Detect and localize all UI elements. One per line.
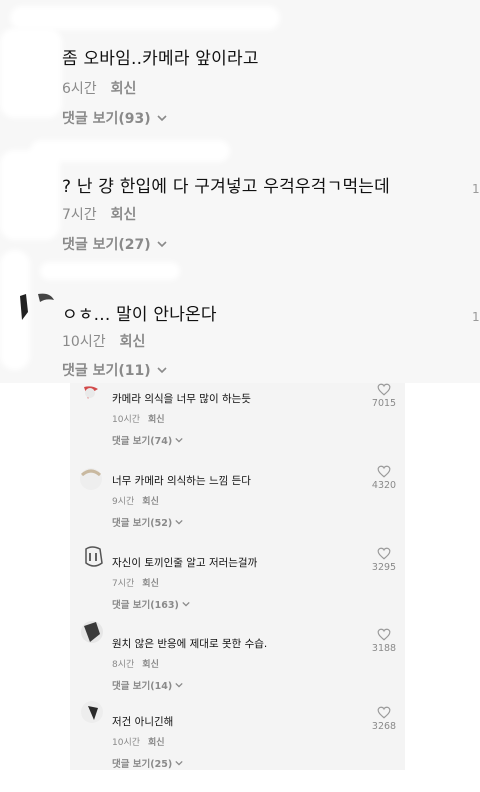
view-replies-label: 댓글 보기(27) <box>62 237 151 253</box>
view-replies-button[interactable]: 댓글 보기(93) <box>62 108 167 128</box>
view-replies-button[interactable]: 댓글 보기(11) <box>62 360 167 380</box>
comment-time: 8시간 <box>112 660 135 670</box>
avatar <box>20 293 54 320</box>
avatar <box>80 468 102 490</box>
comment-meta: 7시간 회신 <box>112 576 159 589</box>
comment-text: ? 난 걍 한입에 다 구겨넣고 우걱우걱ㄱ먹는데 <box>62 177 390 197</box>
reply-button[interactable]: 회신 <box>142 660 159 670</box>
like-count-fragment: 1 <box>472 310 480 324</box>
like-button[interactable]: 3295 <box>366 547 402 573</box>
comment-time: 10시간 <box>112 738 141 748</box>
comment-time: 7시간 <box>112 579 135 589</box>
comment-time: 10시간 <box>62 334 106 350</box>
comment-item: 카메라 의식을 너무 많이 하는듯 10시간 회신 댓글 보기(74) 7015 <box>70 383 405 469</box>
reply-button[interactable]: 회신 <box>142 579 159 589</box>
avatar <box>81 621 103 643</box>
view-replies-button[interactable]: 댓글 보기(25) <box>112 756 183 770</box>
like-count-fragment: 1 <box>472 182 480 196</box>
reply-button[interactable]: 회신 <box>120 334 146 350</box>
reply-button[interactable]: 회신 <box>148 738 165 748</box>
comment-time: 6시간 <box>62 81 97 97</box>
bottom-comment-panel: 카메라 의식을 너무 많이 하는듯 10시간 회신 댓글 보기(74) 7015 … <box>70 383 405 770</box>
like-count: 3188 <box>371 643 397 654</box>
heart-outline-icon <box>377 706 391 719</box>
redaction-smear <box>10 6 280 30</box>
comment-time: 9시간 <box>112 497 135 507</box>
comment-item: 자신이 토끼인줄 알고 저러는걸까 7시간 회신 댓글 보기(163) 3295 <box>70 546 405 633</box>
comment-text: 자신이 토끼인줄 알고 저러는걸까 <box>112 557 258 569</box>
chevron-down-icon <box>182 601 190 607</box>
like-count: 3268 <box>371 721 397 732</box>
like-button[interactable]: 3188 <box>366 628 402 654</box>
chevron-down-icon <box>157 241 167 248</box>
comment-text: 원치 않은 반응에 제대로 못한 수습. <box>112 638 268 650</box>
comment-text: 좀 오바임..카메라 앞이라고 <box>62 49 259 69</box>
reply-button[interactable]: 회신 <box>148 415 165 425</box>
view-replies-label: 댓글 보기(52) <box>112 518 173 529</box>
chevron-down-icon <box>175 437 183 443</box>
view-replies-label: 댓글 보기(14) <box>112 681 173 692</box>
chevron-down-icon <box>175 682 183 688</box>
comment-text: 너무 카메라 의식하는 느낌 든다 <box>112 475 251 487</box>
comment-item: 너무 카메라 의식하는 느낌 든다 9시간 회신 댓글 보기(52) 4320 <box>70 465 405 551</box>
comment-meta: 9시간 회신 <box>112 494 159 507</box>
comment-item: 저건 아니긴해 10시간 회신 댓글 보기(25) 3268 <box>70 701 405 792</box>
view-replies-label: 댓글 보기(74) <box>112 436 173 447</box>
chevron-down-icon <box>157 367 167 374</box>
comment-meta: 8시간 회신 <box>112 657 159 670</box>
heart-outline-icon <box>377 628 391 641</box>
redaction-smear <box>40 262 180 280</box>
chevron-down-icon <box>175 760 183 766</box>
view-replies-button[interactable]: 댓글 보기(14) <box>112 678 183 692</box>
heart-outline-icon <box>377 383 391 396</box>
redaction-smear <box>0 28 62 118</box>
like-button[interactable]: 4320 <box>366 465 402 491</box>
comment-time: 7시간 <box>62 207 97 223</box>
view-replies-label: 댓글 보기(93) <box>62 111 151 127</box>
avatar <box>85 546 103 567</box>
view-replies-button[interactable]: 댓글 보기(52) <box>112 515 183 529</box>
comment-text: 카메라 의식을 너무 많이 하는듯 <box>112 393 251 405</box>
like-button[interactable]: 7015 <box>366 383 402 409</box>
comment-meta: 6시간 회신 <box>62 78 136 98</box>
like-button[interactable]: 3268 <box>366 706 402 732</box>
reply-button[interactable]: 회신 <box>111 81 137 97</box>
redaction-smear <box>30 140 230 162</box>
comment-item: 원치 않은 반응에 제대로 못한 수습. 8시간 회신 댓글 보기(14) 318… <box>70 621 405 714</box>
view-replies-label: 댓글 보기(25) <box>112 759 173 770</box>
avatar <box>81 701 103 723</box>
heart-outline-icon <box>377 547 391 560</box>
chevron-down-icon <box>157 115 167 122</box>
view-replies-button[interactable]: 댓글 보기(27) <box>62 234 167 254</box>
comment-meta: 7시간 회신 <box>62 204 136 224</box>
comment-item: ? 난 걍 한입에 다 구겨넣고 우걱우걱ㄱ먹는데 7시간 회신 댓글 보기(27… <box>62 172 462 262</box>
like-count: 7015 <box>371 398 397 409</box>
view-replies-label: 댓글 보기(163) <box>112 600 179 611</box>
chevron-down-icon <box>175 519 183 525</box>
comment-time: 10시간 <box>112 415 141 425</box>
avatar <box>84 386 98 399</box>
view-replies-button[interactable]: 댓글 보기(163) <box>112 597 190 611</box>
redaction-smear <box>0 150 60 240</box>
like-count: 4320 <box>371 480 397 491</box>
reply-button[interactable]: 회신 <box>142 497 159 507</box>
view-replies-button[interactable]: 댓글 보기(74) <box>112 433 183 447</box>
comment-meta: 10시간 회신 <box>112 735 165 748</box>
reply-button[interactable]: 회신 <box>111 207 137 223</box>
comment-text: 저건 아니긴해 <box>112 716 174 728</box>
view-replies-label: 댓글 보기(11) <box>62 363 151 379</box>
like-count: 3295 <box>371 562 397 573</box>
comment-meta: 10시간 회신 <box>62 331 145 351</box>
comment-meta: 10시간 회신 <box>112 412 165 425</box>
heart-outline-icon <box>377 465 391 478</box>
top-comment-panel: 좀 오바임..카메라 앞이라고 6시간 회신 댓글 보기(93) ? 난 걍 한입… <box>0 0 480 383</box>
comment-item: ㅇㅎ... 말이 안나온다 10시간 회신 댓글 보기(11) <box>62 300 462 382</box>
comment-text: ㅇㅎ... 말이 안나온다 <box>62 305 217 325</box>
comment-item: 좀 오바임..카메라 앞이라고 6시간 회신 댓글 보기(93) <box>62 44 462 134</box>
